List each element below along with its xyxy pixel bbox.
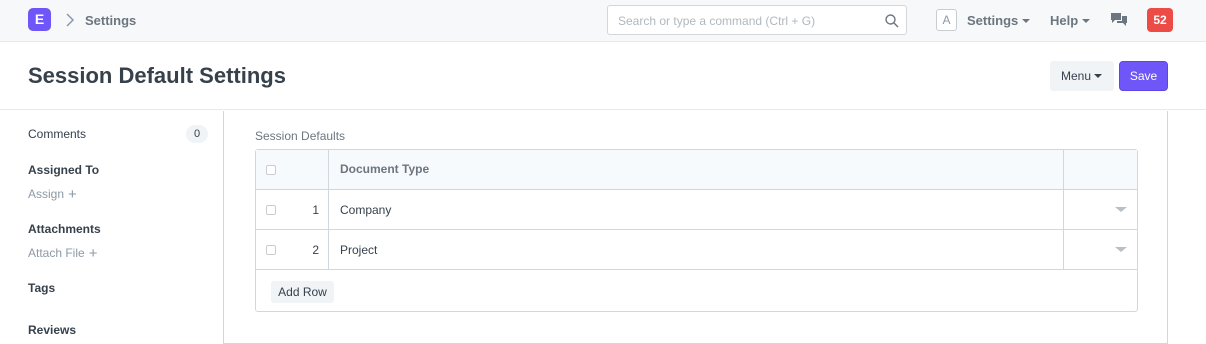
document-type-cell[interactable]: Company <box>340 203 391 217</box>
table-header: Document Type <box>256 150 1137 190</box>
session-defaults-label: Session Defaults <box>255 129 346 143</box>
plus-icon: + <box>68 186 77 203</box>
row-index: 2 <box>312 243 319 257</box>
select-all-checkbox[interactable] <box>266 165 276 175</box>
breadcrumb-settings[interactable]: Settings <box>85 13 136 28</box>
settings-dropdown-label: Settings <box>967 13 1019 28</box>
navbar: E Settings Search or type a command (Ctr… <box>0 0 1206 42</box>
row-index: 1 <box>312 203 319 217</box>
settings-dropdown[interactable]: Settings <box>967 13 1031 28</box>
attach-file-label: Attach File <box>28 246 85 260</box>
column-divider <box>1063 150 1064 270</box>
column-divider <box>328 150 329 270</box>
page-head: Session Default Settings Menu Save <box>0 42 1206 110</box>
assigned-to-label: Assigned To <box>28 163 100 177</box>
search-icon[interactable] <box>884 13 900 29</box>
notification-badge[interactable]: 52 <box>1147 8 1173 32</box>
add-row-button[interactable]: Add Row <box>271 281 334 303</box>
menu-button[interactable]: Menu <box>1050 61 1114 91</box>
reviews-label: Reviews <box>28 323 77 337</box>
chat-icon[interactable] <box>1110 12 1128 28</box>
caret-down-icon <box>1082 18 1091 23</box>
row-edit-caret-icon[interactable] <box>1115 247 1127 252</box>
table-row[interactable]: 1 Company <box>256 190 1137 230</box>
tags-label[interactable]: Tags <box>28 281 55 295</box>
comments-label[interactable]: Comments <box>28 127 86 141</box>
search-bar[interactable]: Search or type a command (Ctrl + G) <box>607 5 907 35</box>
caret-down-icon <box>1094 73 1103 78</box>
app-logo[interactable]: E <box>28 8 51 31</box>
row-checkbox[interactable] <box>266 245 276 255</box>
table-row[interactable]: 2 Project <box>256 230 1137 270</box>
save-button[interactable]: Save <box>1119 61 1168 91</box>
form-section: Session Defaults Document Type 1 Company… <box>223 111 1168 344</box>
comments-count-badge: 0 <box>186 125 208 143</box>
form-sidebar: Comments 0 Assigned To Assign + Attachmen… <box>0 111 223 344</box>
page-title: Session Default Settings <box>28 63 286 88</box>
document-type-cell[interactable]: Project <box>340 243 377 257</box>
chevron-right-icon <box>66 13 75 27</box>
attachments-label: Attachments <box>28 222 101 236</box>
search-input[interactable]: Search or type a command (Ctrl + G) <box>618 14 815 28</box>
help-dropdown-label: Help <box>1050 13 1079 28</box>
help-dropdown[interactable]: Help <box>1050 13 1091 28</box>
session-defaults-table: Document Type 1 Company 2 Project Add Ro… <box>255 149 1138 312</box>
caret-down-icon <box>1022 18 1031 23</box>
column-header-document-type: Document Type <box>340 162 430 176</box>
menu-button-label: Menu <box>1061 69 1092 83</box>
row-checkbox[interactable] <box>266 205 276 215</box>
assign-link-label: Assign <box>28 187 65 201</box>
assign-link[interactable]: Assign + <box>28 185 77 203</box>
row-edit-caret-icon[interactable] <box>1115 207 1127 212</box>
avatar[interactable]: A <box>936 9 957 31</box>
plus-icon: + <box>88 245 98 262</box>
attach-file-link[interactable]: Attach File + <box>28 244 98 262</box>
